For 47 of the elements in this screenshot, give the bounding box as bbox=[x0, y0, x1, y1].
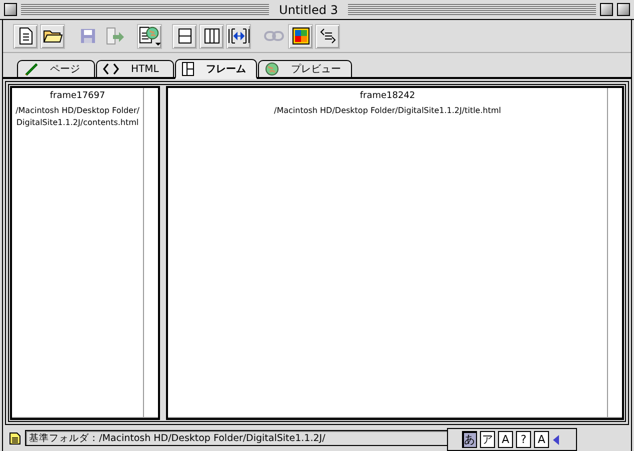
title-bar-stripes[interactable] bbox=[21, 4, 270, 15]
globe-document-icon bbox=[138, 25, 161, 47]
frame-pane[interactable]: frame17697 /Macintosh HD/Desktop Folder/DigitalSite1.1.2J/contents.html bbox=[10, 86, 160, 420]
tab[interactable]: プレビュー bbox=[258, 60, 352, 77]
input-mode-key[interactable]: ? bbox=[516, 431, 531, 448]
resize-columns-icon bbox=[228, 28, 250, 44]
collapse-box[interactable] bbox=[617, 3, 630, 16]
toolbar-button[interactable] bbox=[137, 24, 162, 48]
frame-layout-icon bbox=[182, 62, 194, 76]
note-icon bbox=[9, 432, 21, 444]
window-title: Untitled 3 bbox=[278, 2, 339, 16]
chain-link-icon bbox=[264, 30, 284, 42]
input-mode-key[interactable]: あ bbox=[462, 431, 477, 448]
code-brackets-icon bbox=[103, 63, 119, 75]
frame-pane[interactable]: frame18242 /Macintosh HD/Desktop Folder/DigitalSite1.1.2J/title.html bbox=[166, 86, 624, 420]
split-columns-icon bbox=[204, 28, 220, 44]
pencil-icon bbox=[24, 62, 38, 76]
folder-icon bbox=[42, 28, 62, 44]
tab[interactable]: ページ bbox=[17, 60, 95, 77]
color-palette-icon bbox=[292, 27, 310, 45]
tab[interactable]: HTML bbox=[96, 60, 174, 77]
toolbar-button[interactable] bbox=[315, 24, 340, 48]
title-bar-stripes[interactable] bbox=[348, 4, 596, 15]
toolbar-button[interactable] bbox=[40, 24, 65, 48]
document-icon bbox=[18, 27, 34, 45]
globe-icon bbox=[265, 62, 279, 76]
close-box[interactable] bbox=[4, 3, 17, 16]
toolbar-button[interactable] bbox=[199, 24, 224, 48]
scroll-track[interactable] bbox=[607, 88, 622, 418]
scroll-track[interactable] bbox=[143, 88, 158, 418]
export-icon bbox=[104, 27, 124, 45]
source-code-icon bbox=[320, 27, 336, 45]
input-mode-key[interactable]: A bbox=[498, 431, 513, 448]
zoom-box[interactable] bbox=[600, 3, 614, 16]
frame-source-path: /Macintosh HD/Desktop Folder/DigitalSite1.1.2J/contents.html bbox=[14, 105, 140, 129]
toolbar-button[interactable] bbox=[13, 24, 38, 48]
frame-name: frame17697 bbox=[50, 91, 106, 101]
input-mode-key[interactable]: ア bbox=[480, 431, 495, 448]
frame-source-path: /Macintosh HD/Desktop Folder/DigitalSite1.1.2J/title.html bbox=[273, 105, 502, 117]
frame-name: frame18242 bbox=[360, 91, 416, 101]
toolbar-button[interactable] bbox=[288, 24, 313, 48]
input-mode-key[interactable]: A bbox=[534, 431, 549, 448]
toolbar-button[interactable] bbox=[226, 24, 251, 48]
scroll-left-icon[interactable] bbox=[552, 434, 560, 446]
toolbar-button[interactable] bbox=[172, 24, 197, 48]
split-rows-icon bbox=[178, 28, 192, 44]
tab[interactable]: フレーム bbox=[175, 59, 257, 79]
